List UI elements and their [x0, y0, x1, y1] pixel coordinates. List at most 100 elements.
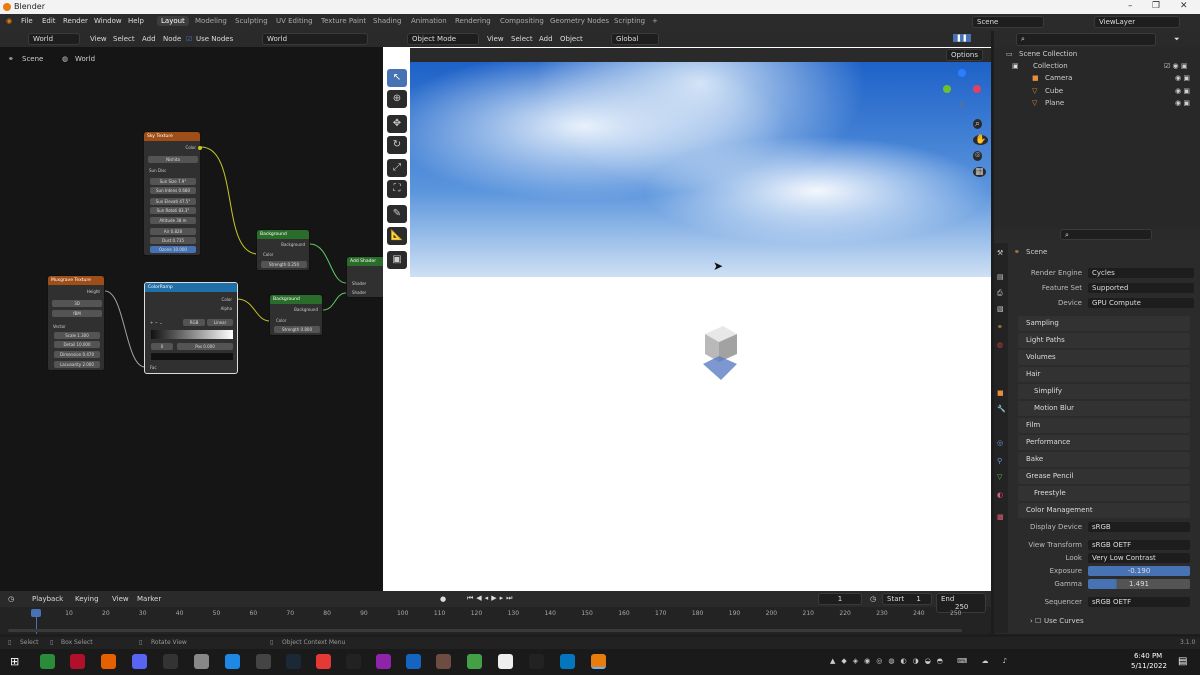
musgrave-scale-field[interactable]: Scale 1.300 — [54, 332, 100, 339]
add-shader-node[interactable]: Add Shader Shader Shader — [346, 256, 386, 298]
background-node-2[interactable]: Background Background Color Strength 0.8… — [269, 294, 323, 336]
properties-search-input[interactable]: ⌕ — [1060, 229, 1152, 240]
viewport-menu-add[interactable]: Add — [539, 35, 553, 43]
blender-menu-icon[interactable]: ◉ — [6, 17, 12, 25]
section-volumes[interactable]: Volumes — [1018, 350, 1190, 365]
close-icon[interactable]: ✕ — [1180, 1, 1188, 11]
musgrave-detail-field[interactable]: Detail 10.000 — [54, 341, 100, 348]
section-motion-blur[interactable]: Motion Blur — [1018, 401, 1190, 416]
constraints-tab-icon[interactable]: ⚲ — [997, 457, 1002, 465]
outliner-search-input[interactable]: ⌕ — [1016, 33, 1156, 46]
mail-icon[interactable] — [225, 654, 240, 669]
feature-set-dropdown[interactable]: Supported — [1088, 283, 1194, 293]
plane-eye-icon[interactable]: ◉ ▣ — [1175, 99, 1190, 107]
app-icon-10[interactable] — [316, 654, 331, 669]
section-hair[interactable]: Hair — [1018, 367, 1190, 382]
sun-rotation-field[interactable]: Sun Rotati 83.3° — [150, 207, 196, 214]
section-freestyle[interactable]: Freestyle — [1018, 486, 1190, 501]
playhead[interactable] — [31, 609, 41, 617]
select-tool-icon[interactable]: ↖ — [387, 69, 407, 87]
ramp-interpolation[interactable]: Linear — [207, 319, 233, 326]
pan-view-icon[interactable]: ✋ — [973, 135, 989, 145]
physics-tab-icon[interactable]: ◎ — [997, 439, 1003, 447]
timeline-menu-view[interactable]: View — [112, 595, 129, 603]
dust-field[interactable]: Dust 0.735 — [150, 237, 196, 244]
transform-tool-icon[interactable]: ⛶ — [387, 180, 407, 198]
ramp-color-mode[interactable]: RGB — [183, 319, 205, 326]
outliner-cube[interactable]: Cube — [1045, 87, 1063, 95]
perspective-toggle-icon[interactable]: ▦ — [973, 167, 986, 177]
air-field[interactable]: Air 0.828 — [150, 228, 196, 235]
record-icon[interactable]: ● — [440, 595, 446, 603]
timeline-menu-keying[interactable]: Keying — [75, 595, 99, 603]
color-ramp-node[interactable]: ColorRamp Color Alpha + − ⌄ RGB Linear 0… — [144, 282, 238, 374]
collection-visibility-icon[interactable]: ☑ ◉ ▣ — [1164, 62, 1187, 70]
sun-size-field[interactable]: Sun Size 7.9° — [150, 178, 196, 185]
start-frame-field[interactable]: Start 1 — [882, 593, 932, 605]
bg1-strength-field[interactable]: Strength 0.250 — [261, 261, 307, 268]
musgrave-type-dropdown[interactable]: fBM — [52, 310, 102, 317]
store-icon[interactable] — [498, 654, 513, 669]
section-bake[interactable]: Bake — [1018, 452, 1190, 467]
shader-node-editor[interactable]: World View Select Add Node ☑ Use Nodes W… — [0, 31, 386, 591]
menu-render[interactable]: Render — [63, 17, 88, 25]
ramp-stop-color[interactable] — [151, 353, 233, 360]
tab-geometry-nodes[interactable]: Geometry Nodes — [546, 16, 613, 26]
timeline-editor-icon[interactable]: ◷ — [8, 595, 14, 603]
timeline-panel[interactable]: ◷ Playback Keying View Marker ● ⏮◀◂▶▸⏭ 1… — [0, 591, 991, 634]
musgrave-dimension-field[interactable]: Dimension 0.470 — [54, 351, 100, 358]
timeline-menu-playback[interactable]: Playback — [32, 595, 63, 603]
timeline-menu-marker[interactable]: Marker — [137, 595, 161, 603]
preview-range-icon[interactable]: ◷ — [870, 595, 876, 603]
app-icon-15[interactable] — [467, 654, 482, 669]
output-tab-icon[interactable]: ⎙ — [997, 289, 1003, 298]
section-film[interactable]: Film — [1018, 418, 1190, 433]
steam-icon[interactable] — [286, 654, 301, 669]
tab-layout[interactable]: Layout — [157, 16, 189, 26]
add-workspace-icon[interactable]: + — [648, 16, 662, 26]
tab-rendering[interactable]: Rendering — [451, 16, 495, 26]
timeline-ruler[interactable]: 1102030405060708090100110120130140150160… — [0, 607, 991, 625]
viewport-menu-object[interactable]: Object — [560, 35, 583, 43]
navigation-gizmo[interactable] — [941, 67, 985, 113]
ramp-stop-index[interactable]: 0 — [151, 343, 173, 350]
scale-tool-icon[interactable]: ⤢ — [387, 159, 407, 177]
view-layer-tab-icon[interactable]: ▧ — [997, 305, 1004, 313]
section-grease-pencil[interactable]: Grease Pencil — [1018, 469, 1190, 484]
3d-viewport[interactable]: Object Mode View Select Add Object Globa… — [383, 31, 991, 591]
app-icon-5[interactable] — [163, 654, 178, 669]
app-icon-13[interactable] — [406, 654, 421, 669]
clock-time[interactable]: 6:40 PM — [1134, 652, 1162, 660]
tab-texture-paint[interactable]: Texture Paint — [317, 16, 370, 26]
viewport-menu-select[interactable]: Select — [511, 35, 533, 43]
tab-modeling[interactable]: Modeling — [191, 16, 231, 26]
sun-elevation-field[interactable]: Sun Elevati 47.5° — [150, 198, 196, 205]
data-tab-icon[interactable]: ▽ — [997, 473, 1002, 481]
cube-eye-icon[interactable]: ◉ ▣ — [1175, 87, 1190, 95]
windows-start-icon[interactable]: ⊞ — [10, 655, 19, 668]
options-dropdown[interactable]: Options — [946, 49, 984, 61]
menu-help[interactable]: Help — [128, 17, 144, 25]
rotate-tool-icon[interactable]: ↻ — [387, 136, 407, 154]
tab-shading[interactable]: Shading — [369, 16, 405, 26]
display-device-dropdown[interactable]: sRGB — [1088, 522, 1190, 532]
maximize-icon[interactable]: ❐ — [1152, 1, 1160, 11]
music-icon[interactable] — [529, 654, 544, 669]
camera-eye-icon[interactable]: ◉ ▣ — [1175, 74, 1190, 82]
tab-compositing[interactable]: Compositing — [496, 16, 548, 26]
scene-tab-icon[interactable]: ⚭ — [997, 323, 1003, 331]
section-simplify[interactable]: Simplify — [1018, 384, 1190, 399]
clock-date[interactable]: 5/11/2022 — [1131, 662, 1167, 670]
firefox-icon[interactable] — [101, 654, 116, 669]
ozone-field[interactable]: Ozone 10.000 — [150, 246, 196, 253]
outliner-camera[interactable]: Camera — [1045, 74, 1072, 82]
scene-field[interactable]: Scene — [972, 16, 1044, 28]
background-node-1[interactable]: Background Background Color Strength 0.2… — [256, 229, 310, 271]
app-icon-18[interactable] — [560, 654, 575, 669]
tab-sculpting[interactable]: Sculpting — [231, 16, 272, 26]
sky-color-socket[interactable] — [198, 146, 202, 150]
material-tab-icon[interactable]: ◐ — [997, 491, 1003, 499]
sun-disc-checkbox[interactable]: Sun Disc — [149, 168, 166, 173]
outliner-filter-icon[interactable]: ⏷ — [1174, 35, 1180, 44]
color-ramp-gradient[interactable] — [151, 330, 233, 339]
